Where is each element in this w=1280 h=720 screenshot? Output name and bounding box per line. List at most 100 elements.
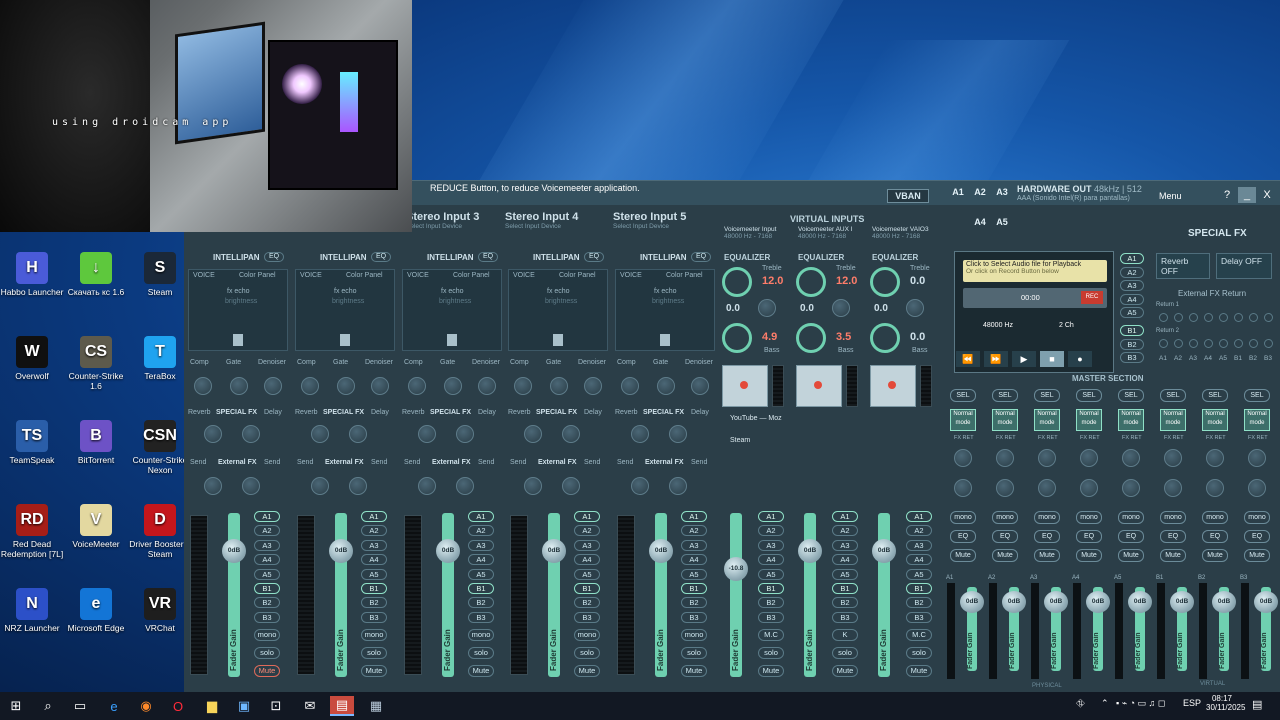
send-knob[interactable]: [349, 477, 367, 495]
desktop-icon[interactable]: CS Counter-Strike 1.6: [64, 336, 128, 391]
master-knob[interactable]: [996, 449, 1014, 467]
master-mono-button[interactable]: mono: [1160, 511, 1186, 524]
desktop-icon[interactable]: T TeraBox: [128, 336, 192, 381]
master-mute-button[interactable]: Mute: [1076, 549, 1102, 562]
bus-a2-button[interactable]: A2: [254, 525, 280, 537]
mid-knob[interactable]: [758, 299, 776, 317]
master-fader[interactable]: 0dB Fader Gain: [1212, 587, 1236, 671]
bus-b3-button[interactable]: B3: [468, 611, 494, 623]
bus-a5-button[interactable]: A5: [758, 568, 784, 580]
eq-button[interactable]: EQ: [691, 252, 711, 262]
bus-b1-button[interactable]: B1: [758, 583, 784, 594]
fader-gain[interactable]: 0dB Fader Gain: [872, 513, 896, 677]
desktop-icon[interactable]: TS TeamSpeak: [0, 420, 64, 465]
bus-b3-button[interactable]: B3: [361, 611, 387, 623]
strip-header-stereo-input-3[interactable]: Stereo Input 3 Select Input Device: [406, 211, 512, 230]
fx-return1-b2[interactable]: [1249, 313, 1258, 322]
bus-a4-button[interactable]: A4: [574, 554, 600, 566]
master-mute-button[interactable]: Mute: [1118, 549, 1144, 562]
tape-bus-a2-button[interactable]: A2: [1120, 266, 1144, 278]
mute-button[interactable]: Mute: [574, 665, 600, 677]
bus-a1-button[interactable]: A1: [681, 511, 707, 522]
send-knob[interactable]: [456, 477, 474, 495]
send-knob[interactable]: [631, 477, 649, 495]
sel-button[interactable]: SEL: [1160, 389, 1186, 402]
mute-button[interactable]: Mute: [758, 665, 784, 677]
bus-a5-button[interactable]: A5: [832, 568, 858, 580]
master-knob[interactable]: [1038, 449, 1056, 467]
mc-button[interactable]: M.C: [906, 629, 932, 641]
sel-button[interactable]: SEL: [1202, 389, 1228, 402]
fader-knob[interactable]: 0dB: [329, 539, 353, 563]
delay-knob[interactable]: [349, 425, 367, 443]
fader-knob[interactable]: -10.8: [724, 557, 748, 581]
search-icon[interactable]: ⌕: [36, 696, 60, 716]
tray-chevron-icon[interactable]: ⌃: [1101, 698, 1109, 709]
virtual-strip-header-2[interactable]: Voicemeeter AUX I 48000 Hz - 7168: [798, 226, 868, 240]
treble-knob[interactable]: [722, 267, 752, 297]
intellipan-panel[interactable]: VOICE Color Panel fx echo brightness: [615, 269, 715, 351]
comp-knob[interactable]: [514, 377, 532, 395]
virtual-strip-header-3[interactable]: Voicemeeter VAIO3 48000 Hz - 7168: [872, 226, 942, 240]
pan-cursor[interactable]: [740, 381, 748, 389]
bus-b3-button[interactable]: B3: [254, 611, 280, 623]
reverb-knob[interactable]: [311, 425, 329, 443]
hw-out-a1-button[interactable]: A1: [950, 187, 966, 209]
bus-a5-button[interactable]: A5: [361, 568, 387, 580]
hw-out-a5-button[interactable]: A5: [994, 217, 1010, 239]
bus-a2-button[interactable]: A2: [574, 525, 600, 537]
help-button[interactable]: ?: [1218, 187, 1236, 203]
fx-return1-b1[interactable]: [1234, 313, 1243, 322]
bus-a2-button[interactable]: A2: [468, 525, 494, 537]
fx-return2-a4[interactable]: [1204, 339, 1213, 348]
fx-return1-a5[interactable]: [1219, 313, 1228, 322]
master-mute-button[interactable]: Mute: [1034, 549, 1060, 562]
master-mute-button[interactable]: Mute: [1244, 549, 1270, 562]
master-fader-knob[interactable]: 0dB: [1212, 591, 1236, 613]
eq-button[interactable]: EQ: [584, 252, 604, 262]
fader-knob[interactable]: 0dB: [542, 539, 566, 563]
master-fader[interactable]: 0dB Fader Gain: [960, 587, 984, 671]
menu-button[interactable]: Menu: [1159, 191, 1182, 201]
normal-mode-button[interactable]: Normal mode: [1202, 409, 1228, 431]
solo-button[interactable]: solo: [361, 647, 387, 659]
denoiser-knob[interactable]: [371, 377, 389, 395]
normal-mode-button[interactable]: Normal mode: [1076, 409, 1102, 431]
delay-toggle[interactable]: Delay OFF: [1216, 253, 1272, 279]
mute-button[interactable]: Mute: [906, 665, 932, 677]
stop-button[interactable]: ■: [1040, 351, 1064, 367]
bus-a1-button[interactable]: A1: [832, 511, 858, 522]
strip-header-stereo-input-4[interactable]: Stereo Input 4 Select Input Device: [505, 211, 611, 230]
bus-a3-button[interactable]: A3: [574, 539, 600, 551]
master-knob[interactable]: [1164, 479, 1182, 497]
reverb-toggle[interactable]: Reverb OFF: [1156, 253, 1210, 279]
master-knob[interactable]: [1206, 449, 1224, 467]
reverb-knob[interactable]: [418, 425, 436, 443]
sel-button[interactable]: SEL: [992, 389, 1018, 402]
solo-button[interactable]: solo: [254, 647, 280, 659]
pan-cursor[interactable]: [340, 334, 350, 346]
master-knob[interactable]: [1080, 479, 1098, 497]
normal-mode-button[interactable]: Normal mode: [992, 409, 1018, 431]
strip-header-stereo-input-5[interactable]: Stereo Input 5 Select Input Device: [613, 211, 719, 230]
store-taskbar-icon[interactable]: ⊡: [264, 696, 288, 716]
hw-out-a4-button[interactable]: A4: [972, 217, 988, 239]
desktop-icon[interactable]: D Driver Booster 9 Steam: [128, 504, 192, 559]
fader-knob[interactable]: 0dB: [649, 539, 673, 563]
mc-button[interactable]: M.C: [758, 629, 784, 641]
master-mono-button[interactable]: mono: [1244, 511, 1270, 524]
eq-button[interactable]: EQ: [264, 252, 284, 262]
gate-knob[interactable]: [657, 377, 675, 395]
master-fader-knob[interactable]: 0dB: [1002, 591, 1026, 613]
intellipan-panel[interactable]: VOICE Color Panel fx echo brightness: [295, 269, 395, 351]
eq-button[interactable]: EQ: [371, 252, 391, 262]
bus-b1-button[interactable]: B1: [254, 583, 280, 594]
bus-b1-button[interactable]: B1: [832, 583, 858, 594]
voicemeeter-taskbar-icon[interactable]: ▤: [330, 696, 354, 716]
master-mute-button[interactable]: Mute: [992, 549, 1018, 562]
bass-knob[interactable]: [722, 323, 752, 353]
normal-mode-button[interactable]: Normal mode: [1118, 409, 1144, 431]
mono-button[interactable]: mono: [361, 629, 387, 641]
reverb-knob[interactable]: [204, 425, 222, 443]
bus-a4-button[interactable]: A4: [906, 554, 932, 566]
